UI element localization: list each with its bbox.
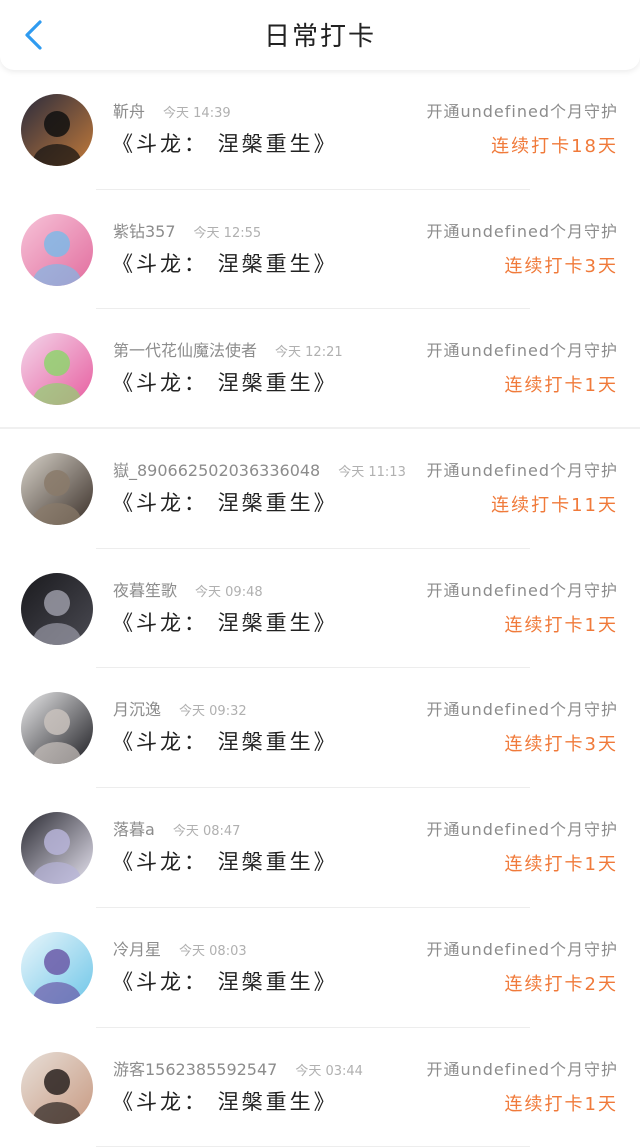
username: 嶽_890662502036336048 今天 11:13 xyxy=(113,457,406,481)
username-text: 夜暮笙歌 xyxy=(113,581,177,600)
avatar-image xyxy=(21,812,93,884)
avatar[interactable] xyxy=(21,214,93,286)
streak-count: 连续打卡2天 xyxy=(505,970,618,996)
username-text: 紫钻357 xyxy=(113,222,176,241)
avatar[interactable] xyxy=(21,94,93,166)
book-title: 《斗龙： 涅槃重生》 xyxy=(112,966,338,996)
list-item[interactable]: 紫钻357 今天 12:55 《斗龙： 涅槃重生》 开通undefined个月守护… xyxy=(0,190,640,310)
streak-count: 连续打卡3天 xyxy=(505,252,618,278)
streak-count: 连续打卡1天 xyxy=(505,371,618,397)
checkin-time: 今天 03:44 xyxy=(295,1064,363,1079)
avatar[interactable] xyxy=(21,573,93,645)
streak-count: 连续打卡1天 xyxy=(505,850,618,876)
list-item[interactable]: 靳舟 今天 14:39 《斗龙： 涅槃重生》 开通undefined个月守护 连续… xyxy=(0,70,640,190)
username: 靳舟 今天 14:39 xyxy=(113,98,231,122)
checkin-time: 今天 09:32 xyxy=(179,704,247,719)
page-title: 日常打卡 xyxy=(0,16,640,53)
guard-status: 开通undefined个月守护 xyxy=(426,577,618,601)
book-title: 《斗龙： 涅槃重生》 xyxy=(112,726,338,756)
list-item[interactable]: 游客1562385592547 今天 03:44 《斗龙： 涅槃重生》 开通und… xyxy=(0,1028,640,1147)
avatar-image xyxy=(21,214,93,286)
checkin-list: 靳舟 今天 14:39 《斗龙： 涅槃重生》 开通undefined个月守护 连续… xyxy=(0,70,640,1147)
username: 第一代花仙魔法使者 今天 12:21 xyxy=(113,337,343,361)
guard-status: 开通undefined个月守护 xyxy=(426,218,618,242)
book-title: 《斗龙： 涅槃重生》 xyxy=(112,846,338,876)
guard-status: 开通undefined个月守护 xyxy=(426,98,618,122)
checkin-time: 今天 12:55 xyxy=(194,226,262,241)
checkin-time: 今天 11:13 xyxy=(338,465,406,480)
username: 游客1562385592547 今天 03:44 xyxy=(113,1056,363,1080)
list-item[interactable]: 夜暮笙歌今天 09:48 《斗龙： 涅槃重生》 开通undefined个月守护 … xyxy=(0,549,640,669)
avatar-image xyxy=(21,932,93,1004)
streak-count: 连续打卡1天 xyxy=(505,611,618,637)
book-title: 《斗龙： 涅槃重生》 xyxy=(112,128,338,158)
username-text: 月沉逸 xyxy=(113,700,161,719)
streak-count: 连续打卡18天 xyxy=(491,132,618,158)
username-text: 嶽_890662502036336048 xyxy=(113,461,320,480)
avatar-image xyxy=(21,573,93,645)
avatar[interactable] xyxy=(21,453,93,525)
username: 月沉逸 今天 09:32 xyxy=(113,696,247,720)
avatar-image xyxy=(21,94,93,166)
username: 冷月星 今天 08:03 xyxy=(113,936,247,960)
guard-status: 开通undefined个月守护 xyxy=(426,696,618,720)
avatar[interactable] xyxy=(21,333,93,405)
book-title: 《斗龙： 涅槃重生》 xyxy=(112,367,338,397)
book-title: 《斗龙： 涅槃重生》 xyxy=(112,487,338,517)
top-bar: 日常打卡 xyxy=(0,0,640,70)
book-title: 《斗龙： 涅槃重生》 xyxy=(112,607,338,637)
username-text: 游客1562385592547 xyxy=(113,1060,277,1079)
guard-status: 开通undefined个月守护 xyxy=(426,816,618,840)
avatar[interactable] xyxy=(21,812,93,884)
checkin-time: 今天 14:39 xyxy=(163,106,231,121)
username-text: 靳舟 xyxy=(113,102,145,121)
guard-status: 开通undefined个月守护 xyxy=(426,936,618,960)
guard-status: 开通undefined个月守护 xyxy=(426,1056,618,1080)
avatar[interactable] xyxy=(21,932,93,1004)
streak-count: 连续打卡11天 xyxy=(491,491,618,517)
list-item[interactable]: 嶽_890662502036336048今天 11:13 《斗龙： 涅槃重生》 … xyxy=(0,429,640,549)
streak-count: 连续打卡1天 xyxy=(505,1090,618,1116)
checkin-time: 今天 12:21 xyxy=(275,345,343,360)
username: 夜暮笙歌 今天 09:48 xyxy=(113,577,263,601)
book-title: 《斗龙： 涅槃重生》 xyxy=(112,1086,338,1116)
book-title: 《斗龙： 涅槃重生》 xyxy=(112,248,338,278)
guard-status: 开通undefined个月守护 xyxy=(426,457,618,481)
list-item[interactable]: 月沉逸 今天 09:32 《斗龙： 涅槃重生》 开通undefined个月守护 连… xyxy=(0,668,640,788)
username: 落暮a 今天 08:47 xyxy=(113,816,240,840)
list-item[interactable]: 落暮a 今天 08:47 《斗龙： 涅槃重生》 开通undefined个月守护 连… xyxy=(0,788,640,908)
checkin-time: 今天 08:03 xyxy=(179,944,247,959)
avatar-image xyxy=(21,333,93,405)
checkin-time: 今天 08:47 xyxy=(173,824,241,839)
checkin-time: 今天 09:48 xyxy=(195,585,263,600)
username: 紫钻357 今天 12:55 xyxy=(113,218,261,242)
guard-status: 开通undefined个月守护 xyxy=(426,337,618,361)
streak-count: 连续打卡3天 xyxy=(505,730,618,756)
username-text: 落暮a xyxy=(113,820,155,839)
username-text: 第一代花仙魔法使者 xyxy=(113,341,257,360)
avatar-image xyxy=(21,453,93,525)
avatar-image xyxy=(21,1052,93,1124)
avatar-image xyxy=(21,692,93,764)
username-text: 冷月星 xyxy=(113,940,161,959)
avatar[interactable] xyxy=(21,1052,93,1124)
avatar[interactable] xyxy=(21,692,93,764)
list-item[interactable]: 第一代花仙魔法使者 今天 12:21 《斗龙： 涅槃重生》 开通undefined… xyxy=(0,309,640,429)
list-item[interactable]: 冷月星 今天 08:03 《斗龙： 涅槃重生》 开通undefined个月守护 连… xyxy=(0,908,640,1028)
